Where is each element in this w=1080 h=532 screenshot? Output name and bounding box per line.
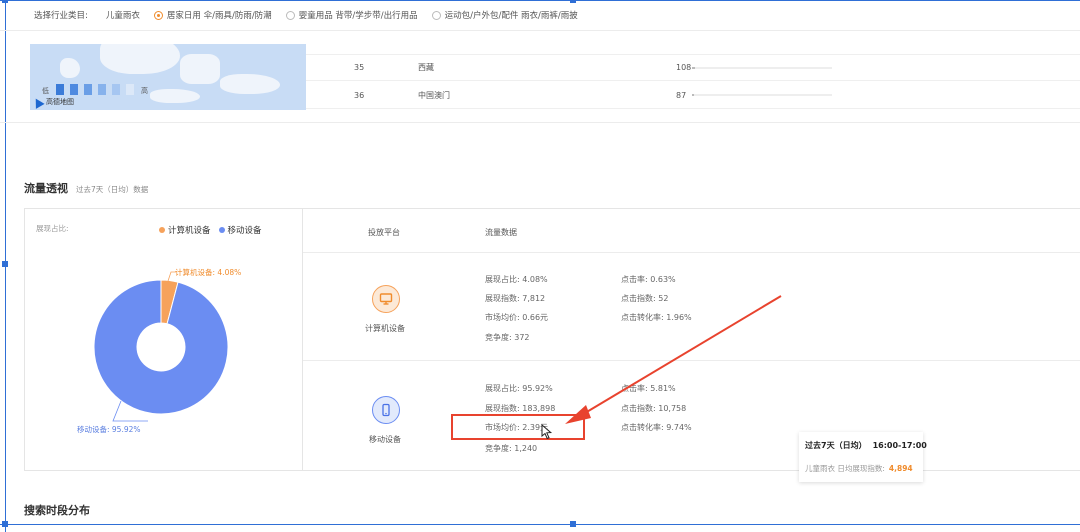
tooltip-title: 过去7天（日均） 16:00-17:00 — [805, 441, 927, 450]
mouse-cursor-icon — [541, 424, 553, 440]
tooltip-row: 儿童雨衣 日均展现指数: 4,894 — [805, 464, 913, 473]
annotation-highlight-box — [451, 414, 585, 440]
search-time-section-header: 搜索时段分布 — [24, 502, 90, 518]
hover-tooltip: 过去7天（日均） 16:00-17:00 儿童雨衣 日均展现指数: 4,894 — [799, 432, 927, 482]
section-title: 搜索时段分布 — [24, 504, 90, 517]
